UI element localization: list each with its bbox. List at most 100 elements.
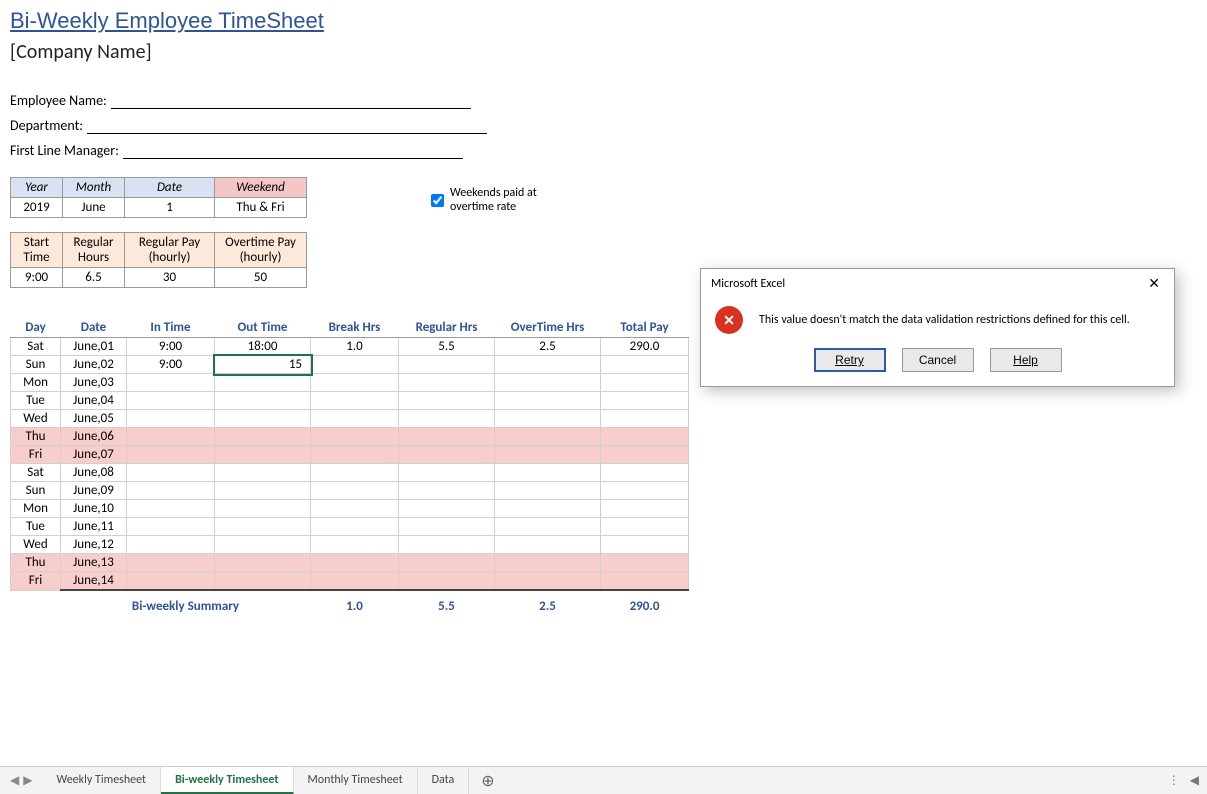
- cell-in[interactable]: [127, 536, 215, 554]
- cell-ot[interactable]: [495, 374, 601, 392]
- cell-ot[interactable]: [495, 518, 601, 536]
- cell-date[interactable]: June,08: [61, 464, 127, 482]
- department-input[interactable]: [87, 118, 487, 134]
- cell-ot[interactable]: [495, 482, 601, 500]
- cell-day[interactable]: Sat: [11, 338, 61, 356]
- cell-in[interactable]: [127, 428, 215, 446]
- dialog-close-button[interactable]: ✕: [1144, 275, 1164, 292]
- cell-reg[interactable]: 5.5: [399, 338, 495, 356]
- cell-out[interactable]: [215, 374, 311, 392]
- employee-name-input[interactable]: [111, 93, 471, 109]
- cell-out[interactable]: 18:00: [215, 338, 311, 356]
- cell-day[interactable]: Wed: [11, 410, 61, 428]
- cell-date[interactable]: June,04: [61, 392, 127, 410]
- cell-pay[interactable]: [601, 518, 689, 536]
- cell-pay[interactable]: [601, 392, 689, 410]
- cell-reg[interactable]: [399, 554, 495, 572]
- cell-in[interactable]: 9:00: [127, 338, 215, 356]
- cell-break[interactable]: [311, 482, 399, 500]
- cell-break[interactable]: [311, 428, 399, 446]
- cell-day[interactable]: Mon: [11, 374, 61, 392]
- cell-out[interactable]: [215, 392, 311, 410]
- sheet-tab[interactable]: Data: [418, 767, 470, 794]
- cell-break[interactable]: [311, 464, 399, 482]
- cell-ot[interactable]: [495, 392, 601, 410]
- cell-pay[interactable]: [601, 374, 689, 392]
- cell-in[interactable]: [127, 500, 215, 518]
- manager-input[interactable]: [123, 143, 463, 159]
- cell-in[interactable]: [127, 572, 215, 591]
- cell-out[interactable]: [215, 500, 311, 518]
- cell-day[interactable]: Sat: [11, 464, 61, 482]
- cell-day[interactable]: Wed: [11, 536, 61, 554]
- cell-ot[interactable]: [495, 536, 601, 554]
- cell-month[interactable]: June: [63, 198, 125, 218]
- cell-reg[interactable]: [399, 374, 495, 392]
- cell-pay[interactable]: [601, 500, 689, 518]
- cell-ot[interactable]: [495, 554, 601, 572]
- cell-reg[interactable]: [399, 392, 495, 410]
- cell-break[interactable]: [311, 536, 399, 554]
- cell-date[interactable]: June,03: [61, 374, 127, 392]
- sheet-tab[interactable]: Bi-weekly Timesheet: [161, 767, 293, 794]
- cell-out[interactable]: [215, 536, 311, 554]
- cell-day[interactable]: Thu: [11, 428, 61, 446]
- cell-pay[interactable]: [601, 572, 689, 591]
- hscroll-options-icon[interactable]: ⋮: [1168, 773, 1180, 788]
- tab-nav-next-icon[interactable]: ▶: [23, 773, 32, 788]
- cell-in[interactable]: [127, 374, 215, 392]
- cell-in[interactable]: [127, 392, 215, 410]
- cell-pay[interactable]: [601, 464, 689, 482]
- cell-date[interactable]: June,12: [61, 536, 127, 554]
- help-button[interactable]: Help: [990, 348, 1062, 372]
- cell-out[interactable]: [215, 446, 311, 464]
- cell-in[interactable]: [127, 464, 215, 482]
- cell-ot[interactable]: [495, 500, 601, 518]
- cancel-button[interactable]: Cancel: [902, 348, 974, 372]
- cell-date[interactable]: June,06: [61, 428, 127, 446]
- new-sheet-button[interactable]: ⊕: [469, 767, 506, 794]
- cell-in[interactable]: [127, 518, 215, 536]
- weekend-overtime-checkbox[interactable]: [431, 194, 444, 207]
- cell-in[interactable]: [127, 482, 215, 500]
- cell-regpay[interactable]: 30: [125, 268, 215, 288]
- cell-break[interactable]: [311, 446, 399, 464]
- cell-in[interactable]: 9:00: [127, 356, 215, 374]
- cell-out[interactable]: [215, 464, 311, 482]
- cell-in[interactable]: [127, 410, 215, 428]
- cell-reg[interactable]: [399, 482, 495, 500]
- cell-pay[interactable]: [601, 482, 689, 500]
- cell-day[interactable]: Fri: [11, 572, 61, 591]
- cell-break[interactable]: [311, 392, 399, 410]
- cell-pay[interactable]: [601, 428, 689, 446]
- hscroll-left-icon[interactable]: ◀: [1190, 773, 1199, 788]
- cell-date[interactable]: June,07: [61, 446, 127, 464]
- cell-break[interactable]: [311, 356, 399, 374]
- cell-reghours[interactable]: 6.5: [63, 268, 125, 288]
- tab-nav-prev-icon[interactable]: ◀: [10, 773, 19, 788]
- cell-reg[interactable]: [399, 536, 495, 554]
- cell-ot[interactable]: [495, 428, 601, 446]
- cell-out[interactable]: [215, 428, 311, 446]
- cell-date[interactable]: June,13: [61, 554, 127, 572]
- cell-date[interactable]: June,01: [61, 338, 127, 356]
- cell-pay[interactable]: [601, 554, 689, 572]
- cell-otpay[interactable]: 50: [215, 268, 307, 288]
- cell-ot[interactable]: [495, 464, 601, 482]
- cell-date[interactable]: June,11: [61, 518, 127, 536]
- cell-reg[interactable]: [399, 410, 495, 428]
- cell-date[interactable]: June,14: [61, 572, 127, 591]
- cell-ot[interactable]: [495, 410, 601, 428]
- cell-break[interactable]: 1.0: [311, 338, 399, 356]
- cell-break[interactable]: [311, 572, 399, 591]
- cell-ot[interactable]: [495, 356, 601, 374]
- cell-pay[interactable]: [601, 410, 689, 428]
- cell-date[interactable]: June,10: [61, 500, 127, 518]
- cell-out[interactable]: [215, 482, 311, 500]
- cell-start[interactable]: 9:00: [11, 268, 63, 288]
- cell-in[interactable]: [127, 446, 215, 464]
- cell-reg[interactable]: [399, 572, 495, 591]
- cell-pay[interactable]: [601, 536, 689, 554]
- retry-button[interactable]: Retry: [814, 348, 886, 372]
- cell-pay[interactable]: [601, 446, 689, 464]
